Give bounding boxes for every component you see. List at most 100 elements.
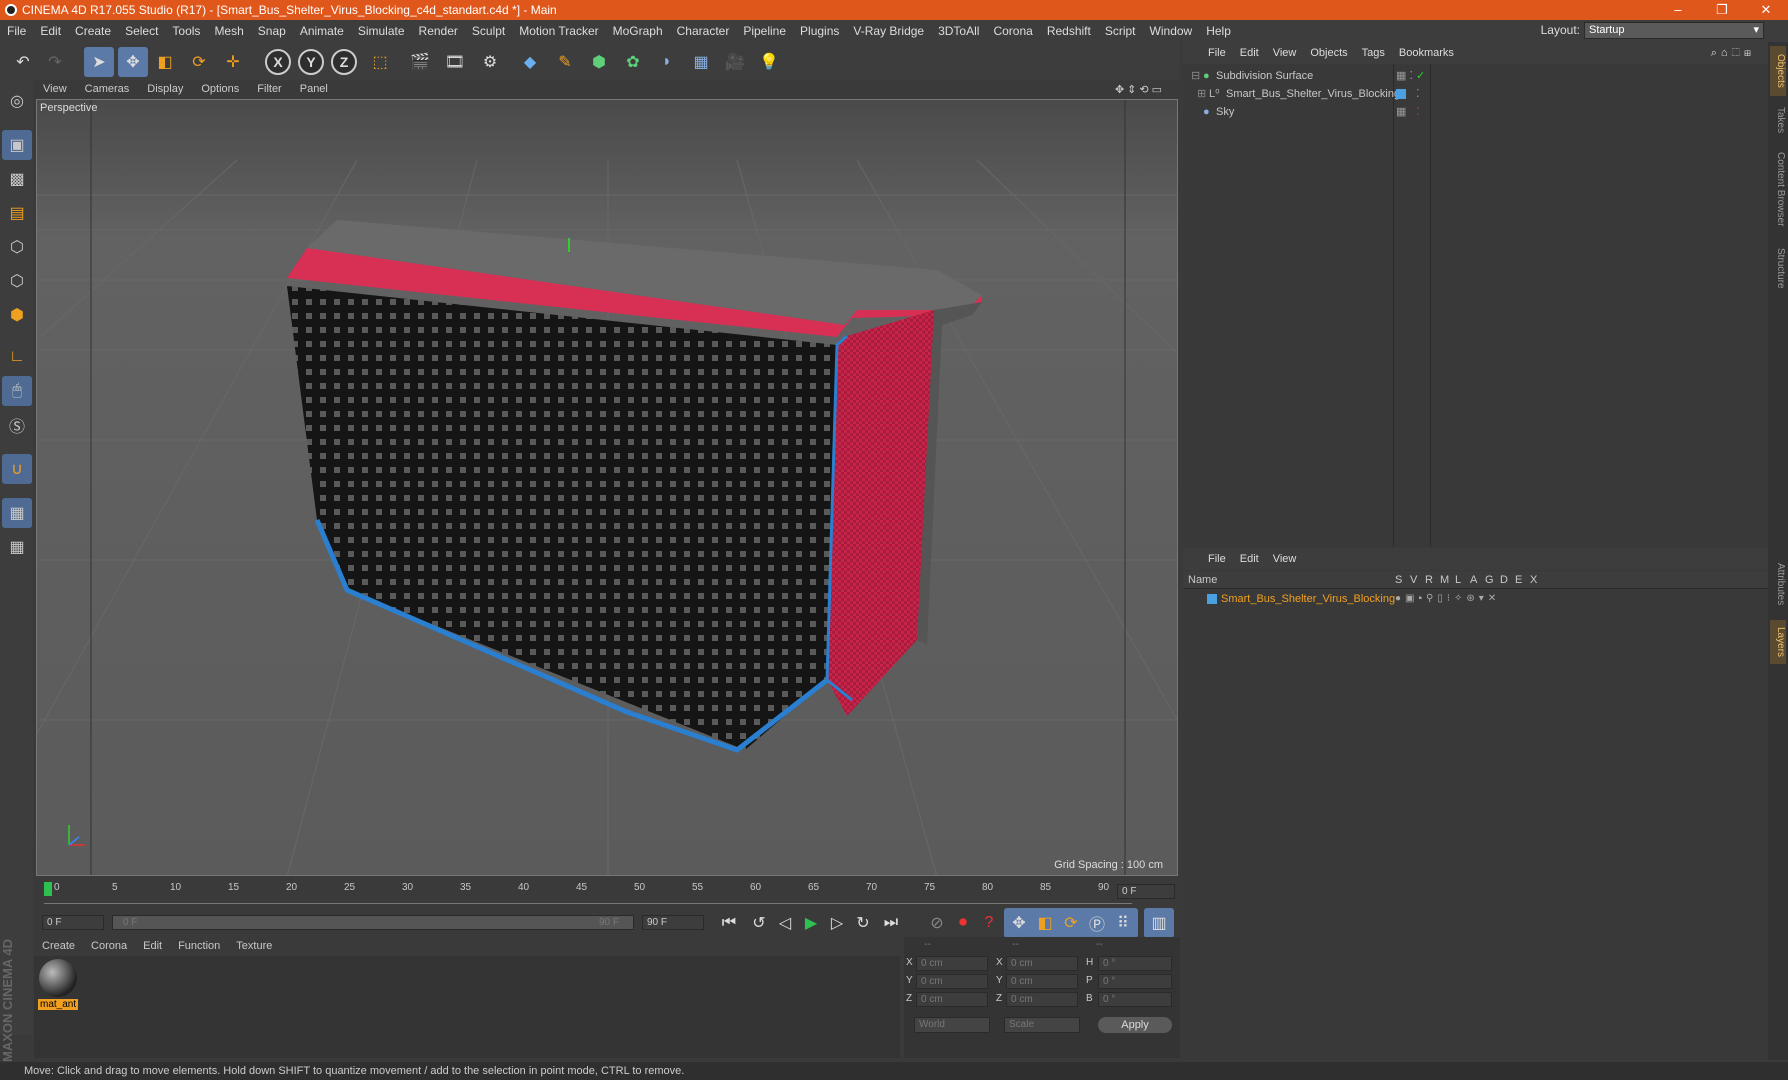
material-preview-ball[interactable] <box>39 959 77 997</box>
tab-structure[interactable]: Structure <box>1770 238 1786 298</box>
viewport-menu-display[interactable]: Display <box>138 83 192 95</box>
timeline-ruler[interactable]: 0 5 10 15 20 25 30 35 40 45 50 55 60 65 … <box>34 878 1180 908</box>
light-icon[interactable]: 💡 <box>754 47 784 77</box>
menu-render[interactable]: Render <box>412 24 465 38</box>
om-menu-edit[interactable]: Edit <box>1233 47 1266 59</box>
cube-object-icon[interactable]: ◆ <box>515 47 545 77</box>
menu-script[interactable]: Script <box>1098 24 1143 38</box>
viewport-nav-icons[interactable]: ✥⇕⟲▭ <box>1106 83 1174 96</box>
layer-color-swatch[interactable] <box>1207 594 1217 604</box>
viewport-menu-panel[interactable]: Panel <box>291 83 337 95</box>
viewport-menu-view[interactable]: View <box>34 83 76 95</box>
transform-tool-icon[interactable]: ✛ <box>218 47 248 77</box>
lm-menu-edit[interactable]: Edit <box>1233 553 1266 565</box>
menu-window[interactable]: Window <box>1143 24 1200 38</box>
start-frame-field[interactable]: 0 F <box>42 915 104 930</box>
visibility-dots-icon[interactable]: ▦ ⁚ <box>1396 67 1413 85</box>
om-menu-view[interactable]: View <box>1266 47 1304 59</box>
menu-motion-tracker[interactable]: Motion Tracker <box>512 24 605 38</box>
material-menu-texture[interactable]: Texture <box>228 940 280 952</box>
redo-icon[interactable]: ↷ <box>40 47 70 77</box>
rotate-tool-icon[interactable]: ⟳ <box>184 47 214 77</box>
floor-environment-icon[interactable]: ▦ <box>686 47 716 77</box>
minimize-button[interactable]: – <box>1656 0 1700 20</box>
menu-pipeline[interactable]: Pipeline <box>736 24 793 38</box>
viewport-menu-filter[interactable]: Filter <box>248 83 290 95</box>
go-to-end-icon[interactable]: ⏭ <box>876 908 906 938</box>
snap-icon[interactable]: Ⓢ <box>2 410 32 440</box>
key-pla-icon[interactable]: ⠿ <box>1108 908 1138 938</box>
rotation-p-field[interactable]: 0 ° <box>1098 974 1172 989</box>
maximize-button[interactable]: ❐ <box>1700 0 1744 20</box>
layer-row[interactable]: Smart_Bus_Shelter_Virus_Blocking ●▣▪⚲▯⁝✧… <box>1183 590 1768 608</box>
menu-simulate[interactable]: Simulate <box>351 24 412 38</box>
magnet-icon[interactable]: ∪ <box>2 454 32 484</box>
undo-icon[interactable]: ↶ <box>8 47 38 77</box>
menu-snap[interactable]: Snap <box>251 24 293 38</box>
om-menu-file[interactable]: File <box>1201 47 1233 59</box>
render-view-icon[interactable]: 🎬 <box>405 47 435 77</box>
tab-objects[interactable]: Objects <box>1770 46 1786 96</box>
tab-takes[interactable]: Takes <box>1770 100 1786 140</box>
om-menu-objects[interactable]: Objects <box>1303 47 1354 59</box>
rotation-b-field[interactable]: 0 ° <box>1098 992 1172 1007</box>
material-menu-create[interactable]: Create <box>34 940 83 952</box>
layer-name[interactable]: Smart_Bus_Shelter_Virus_Blocking <box>1221 590 1395 608</box>
viewport-menu-cameras[interactable]: Cameras <box>76 83 139 95</box>
scale-tool-icon[interactable]: ◧ <box>150 47 180 77</box>
menu-redshift[interactable]: Redshift <box>1040 24 1098 38</box>
axis-mode-icon[interactable]: ∟ <box>2 342 32 372</box>
menu-mesh[interactable]: Mesh <box>207 24 250 38</box>
position-z-field[interactable]: 0 cm <box>916 992 988 1007</box>
menu-vray-bridge[interactable]: V-Ray Bridge <box>846 24 931 38</box>
menu-corona[interactable]: Corona <box>986 24 1039 38</box>
current-frame-field[interactable]: 0 F <box>1117 884 1175 899</box>
object-row[interactable]: ● Sky ▦ ⁚ <box>1183 103 1768 121</box>
menu-help[interactable]: Help <box>1199 24 1238 38</box>
lm-menu-view[interactable]: View <box>1266 553 1304 565</box>
frame-range-slider[interactable]: 0 F 90 F <box>112 915 634 930</box>
object-row[interactable]: ⊞ L⁰ Smart_Bus_Shelter_Virus_Blocking ⁚ <box>1183 85 1768 103</box>
texture-mode-icon[interactable]: ▩ <box>2 164 32 194</box>
y-axis-lock-button[interactable]: Y <box>298 49 324 75</box>
menu-select[interactable]: Select <box>118 24 165 38</box>
lm-menu-file[interactable]: File <box>1201 553 1233 565</box>
workplane-icon[interactable]: ▤ <box>2 198 32 228</box>
menu-animate[interactable]: Animate <box>293 24 351 38</box>
3d-viewport[interactable]: Perspective Grid Spacing : 100 cm <box>36 99 1178 876</box>
apply-button[interactable]: Apply <box>1098 1017 1172 1033</box>
menu-sculpt[interactable]: Sculpt <box>465 24 512 38</box>
menu-edit[interactable]: Edit <box>33 24 68 38</box>
om-menu-bookmarks[interactable]: Bookmarks <box>1392 47 1461 59</box>
menu-mograph[interactable]: MoGraph <box>606 24 670 38</box>
spline-pen-icon[interactable]: ✎ <box>550 47 580 77</box>
deformer-icon[interactable]: ◗ <box>652 47 682 77</box>
size-y-field[interactable]: 0 cm <box>1006 974 1078 989</box>
timeline-window-icon[interactable]: ▥ <box>1144 908 1174 938</box>
make-editable-icon[interactable]: ◎ <box>2 86 32 116</box>
menu-create[interactable]: Create <box>68 24 118 38</box>
playhead-marker[interactable] <box>44 882 52 896</box>
om-search-home-icons[interactable]: ⌕⌂⬚⊞ <box>1704 47 1762 60</box>
tab-attributes[interactable]: Attributes <box>1770 552 1786 616</box>
camera-icon[interactable]: 🎥 <box>720 47 750 77</box>
size-z-field[interactable]: 0 cm <box>1006 992 1078 1007</box>
layer-color-swatch[interactable] <box>1396 89 1406 99</box>
object-row[interactable]: ⊟ ● Subdivision Surface ▦ ⁚ ✓ <box>1183 67 1768 85</box>
points-mode-icon[interactable]: ⬡ <box>2 232 32 262</box>
material-menu-corona[interactable]: Corona <box>83 940 135 952</box>
material-menu-function[interactable]: Function <box>170 940 228 952</box>
position-y-field[interactable]: 0 cm <box>916 974 988 989</box>
menu-plugins[interactable]: Plugins <box>793 24 846 38</box>
x-axis-lock-button[interactable]: X <box>265 49 291 75</box>
z-axis-lock-button[interactable]: Z <box>331 49 357 75</box>
autokey-icon[interactable]: ? <box>974 908 1004 938</box>
object-name[interactable]: Sky <box>1216 103 1234 121</box>
layout-select[interactable]: Startup <box>1584 22 1764 39</box>
mograph-cloner-icon[interactable]: ✿ <box>618 47 648 77</box>
coordinate-space-select[interactable]: World <box>914 1017 990 1033</box>
rotation-h-field[interactable]: 0 ° <box>1098 956 1172 971</box>
render-picture-viewer-icon[interactable]: 🎞 <box>440 47 470 77</box>
menu-file[interactable]: File <box>0 24 33 38</box>
size-x-field[interactable]: 0 cm <box>1006 956 1078 971</box>
